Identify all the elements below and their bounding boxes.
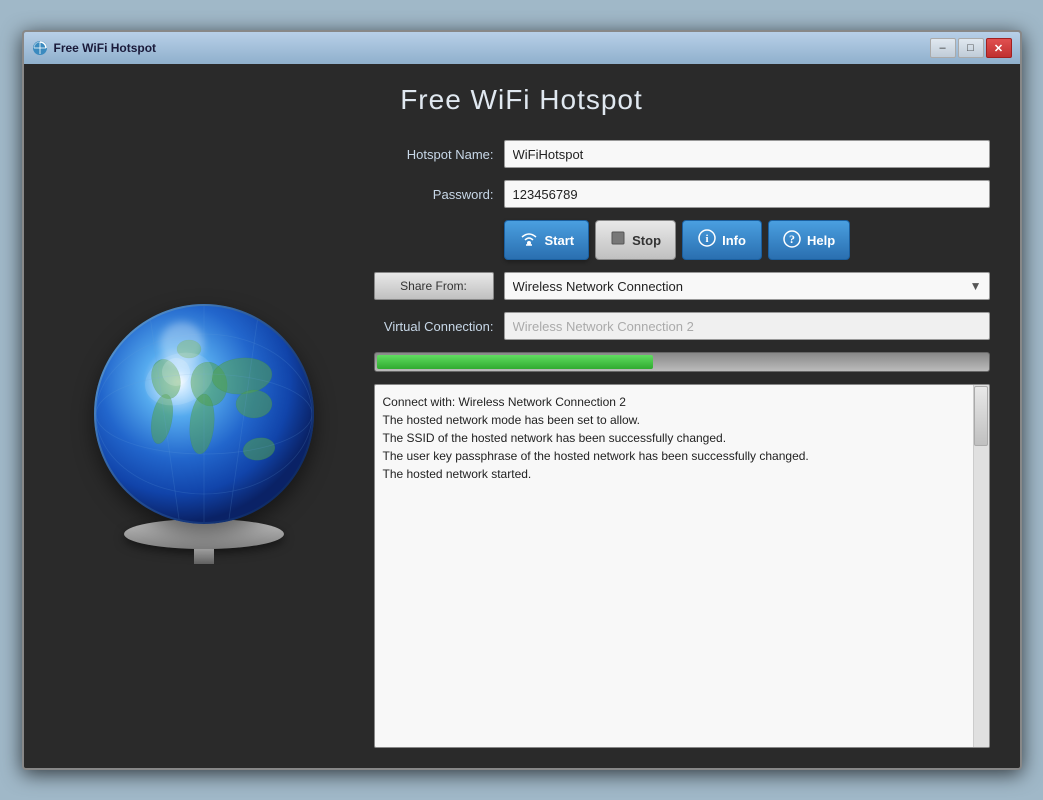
scrollbar-thumb[interactable]	[974, 386, 988, 446]
globe-graphic	[94, 304, 314, 524]
log-line-6: The hosted network started.	[383, 465, 961, 483]
title-bar-left: Free WiFi Hotspot	[32, 40, 157, 56]
title-bar-controls: – □ ✕	[930, 38, 1012, 58]
progress-bar	[377, 355, 653, 369]
share-from-button[interactable]: Share From:	[374, 272, 494, 300]
virtual-connection-label: Virtual Connection:	[374, 319, 494, 334]
globe-container	[79, 304, 329, 584]
help-label: Help	[807, 233, 835, 248]
globe-stand	[194, 549, 214, 564]
action-buttons-row: Start Stop	[504, 220, 990, 260]
main-window: Free WiFi Hotspot – □ ✕ Free WiFi Hotspo…	[22, 30, 1022, 770]
window-title: Free WiFi Hotspot	[54, 41, 157, 55]
maximize-button[interactable]: □	[958, 38, 984, 58]
log-scrollbar[interactable]	[973, 385, 989, 747]
stop-label: Stop	[632, 233, 661, 248]
app-icon	[32, 40, 48, 56]
title-bar: Free WiFi Hotspot – □ ✕	[24, 32, 1020, 64]
help-icon: ?	[783, 230, 801, 251]
wifi-icon	[519, 230, 539, 251]
log-line-1: Connect with: Wireless Network Connectio…	[383, 393, 961, 411]
stop-icon	[610, 230, 626, 250]
app-title: Free WiFi Hotspot	[54, 84, 990, 116]
help-button[interactable]: ? Help	[768, 220, 850, 260]
info-button[interactable]: i Info	[682, 220, 762, 260]
hotspot-name-label: Hotspot Name:	[374, 147, 494, 162]
log-line-2: The hosted network mode has been set to …	[383, 411, 961, 429]
log-line-4: The user key passphrase of the hosted ne…	[383, 447, 961, 465]
content-area: Free WiFi Hotspot	[24, 64, 1020, 768]
share-from-row: Share From: Wireless Network Connection …	[374, 272, 990, 300]
progress-bar-area	[374, 352, 990, 372]
virtual-connection-input[interactable]	[504, 312, 990, 340]
start-label: Start	[545, 233, 575, 248]
info-icon: i	[698, 229, 716, 252]
log-content: Connect with: Wireless Network Connectio…	[383, 393, 961, 483]
password-label: Password:	[374, 187, 494, 202]
hotspot-name-row: Hotspot Name:	[374, 140, 990, 168]
info-label: Info	[722, 233, 746, 248]
hotspot-name-input[interactable]	[504, 140, 990, 168]
log-line-3: The SSID of the hosted network has been …	[383, 429, 961, 447]
svg-text:?: ?	[789, 232, 795, 246]
stop-button[interactable]: Stop	[595, 220, 676, 260]
right-panel: Hotspot Name: Password:	[374, 140, 990, 748]
share-select-container: Wireless Network Connection Wireless Net…	[504, 272, 990, 300]
minimize-button[interactable]: –	[930, 38, 956, 58]
share-from-select[interactable]: Wireless Network Connection Wireless Net…	[504, 272, 990, 300]
log-area[interactable]: Connect with: Wireless Network Connectio…	[374, 384, 990, 748]
main-layout: Hotspot Name: Password:	[54, 140, 990, 748]
password-row: Password:	[374, 180, 990, 208]
svg-text:i: i	[706, 233, 709, 245]
globe-area	[54, 140, 354, 748]
globe-svg	[94, 304, 314, 524]
start-button[interactable]: Start	[504, 220, 590, 260]
password-input[interactable]	[504, 180, 990, 208]
close-button[interactable]: ✕	[986, 38, 1012, 58]
virtual-connection-row: Virtual Connection:	[374, 312, 990, 340]
